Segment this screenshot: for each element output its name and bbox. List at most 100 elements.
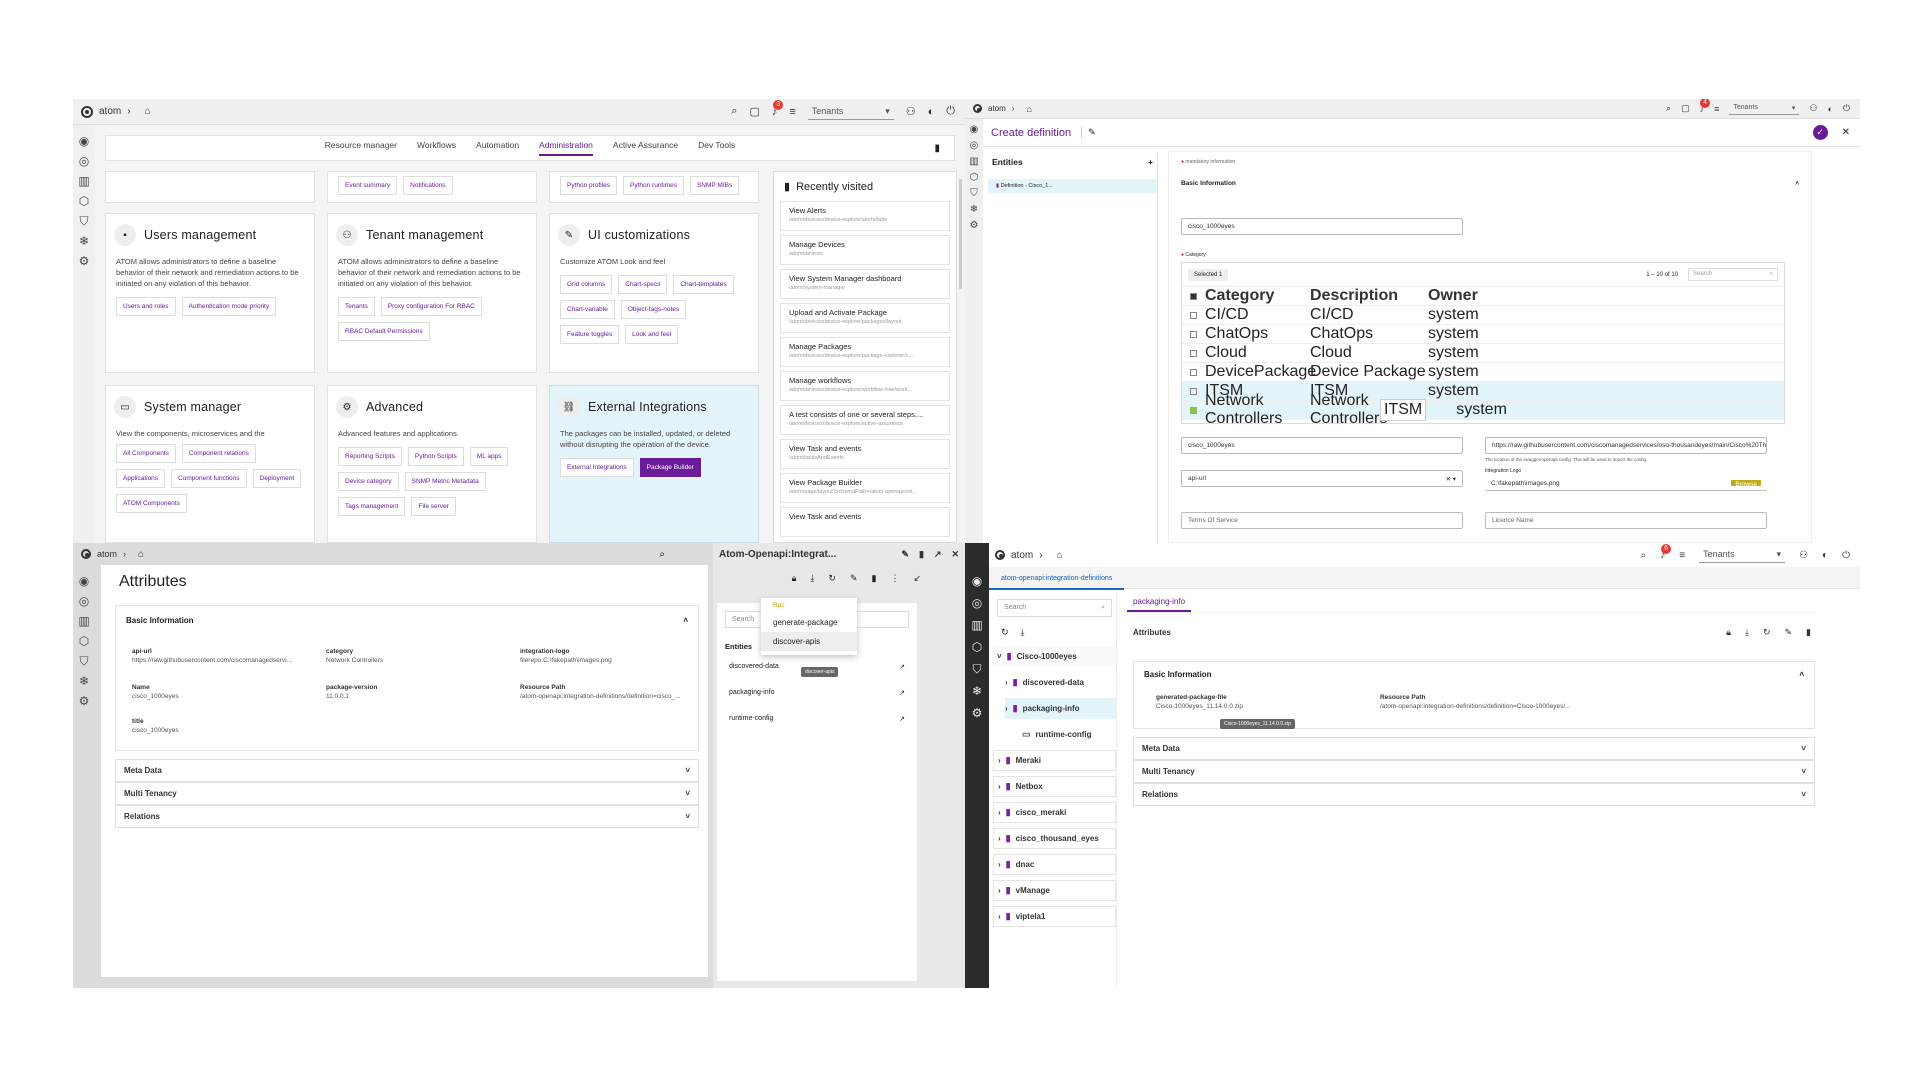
user-icon[interactable]: ⚇ bbox=[906, 105, 916, 118]
close-icon[interactable]: ✕ bbox=[1842, 127, 1850, 138]
download-icon[interactable]: ⤓ bbox=[810, 573, 814, 584]
table-row[interactable]: CI/CD CI/CD system bbox=[1182, 306, 1784, 325]
topology-icon[interactable]: ⬡ bbox=[972, 641, 982, 653]
chip-python-runtimes[interactable]: Python runtimes bbox=[623, 176, 684, 195]
entity-item[interactable]: runtime-config ↗ bbox=[717, 709, 917, 729]
edit-icon[interactable]: ✎ bbox=[1785, 627, 1793, 638]
shield-icon[interactable]: ⛉ bbox=[972, 663, 981, 675]
tree-node[interactable]: ˅ ▮ Cisco-1000eyes bbox=[993, 646, 1116, 667]
tree-node[interactable]: › ▮ viptela1 bbox=[993, 906, 1116, 927]
home-icon[interactable]: ⌂ bbox=[145, 106, 151, 117]
chat-icon[interactable]: ▢ bbox=[749, 105, 759, 118]
dark-mode-icon[interactable]: ◐ bbox=[1827, 104, 1832, 114]
tab-dev-tools[interactable]: Dev Tools bbox=[698, 140, 735, 156]
lock-icon[interactable]: 🔒︎ bbox=[792, 573, 797, 584]
edit-doc-icon[interactable]: ✎ bbox=[1081, 127, 1096, 138]
chip-ml-apps[interactable]: ML apps bbox=[469, 447, 509, 466]
gear-icon[interactable]: ⚙ bbox=[79, 695, 90, 707]
chip-snmp-mibs[interactable]: SNMP MIBs bbox=[689, 176, 740, 195]
refresh-icon[interactable]: ↻ bbox=[1001, 627, 1009, 638]
notification-bell-icon[interactable]: ♪ 4 bbox=[1700, 99, 1711, 114]
tree-node[interactable]: › ▮ cisco_meraki bbox=[993, 802, 1116, 823]
snowflake-icon[interactable]: ❄ bbox=[79, 235, 89, 247]
snowflake-icon[interactable]: ❄ bbox=[972, 685, 982, 697]
row-checkbox[interactable] bbox=[1190, 349, 1197, 357]
recent-item[interactable]: View System Manager dashboard/atom/syste… bbox=[780, 269, 950, 299]
row-checkbox[interactable] bbox=[1190, 387, 1197, 395]
confirm-button[interactable]: ✓ bbox=[1812, 125, 1828, 140]
tab-packaging-info[interactable]: packaging-info bbox=[1127, 593, 1192, 612]
row-checkbox[interactable] bbox=[1190, 368, 1197, 376]
chip-grid-columns[interactable]: Grid columns bbox=[560, 275, 613, 294]
recent-item[interactable]: Upload and Activate Package/atom/devices… bbox=[780, 303, 950, 333]
tree-node[interactable]: › ▮ dnac bbox=[993, 854, 1116, 875]
chip-reporting-scripts[interactable]: Reporting Scripts bbox=[338, 447, 402, 466]
chip-applications[interactable]: Applications bbox=[116, 469, 166, 488]
bookmark-icon[interactable]: ▮ bbox=[934, 143, 940, 154]
snowflake-icon[interactable]: ❄ bbox=[970, 205, 978, 215]
atom-logo[interactable]: atom › ⌂ bbox=[81, 105, 151, 118]
chip-chart-specs[interactable]: Chart-specs bbox=[618, 275, 668, 294]
gear-icon[interactable]: ⚙ bbox=[970, 221, 979, 231]
tree-node[interactable]: › ▮ cisco_thousand_eyes bbox=[993, 828, 1116, 849]
download-icon[interactable]: ⤓ bbox=[1021, 627, 1025, 638]
table-search[interactable]: Search ⌕ bbox=[1688, 268, 1778, 281]
recent-item[interactable]: View Package Builder/atom/page/layout?sc… bbox=[780, 473, 950, 503]
topology-icon[interactable]: ⬡ bbox=[970, 173, 979, 183]
chip-feature-toggles[interactable]: Feature toggles bbox=[560, 325, 620, 344]
chip-snmp-metric-metadata[interactable]: SNMP Metric Metadata bbox=[404, 472, 486, 491]
home-icon[interactable]: ⌂ bbox=[1026, 104, 1031, 114]
name-field[interactable]: cisco_1000eyes bbox=[1181, 218, 1463, 235]
power-icon[interactable]: ⏻ bbox=[1843, 103, 1850, 114]
chip-device-category[interactable]: Device category bbox=[338, 472, 399, 491]
api-url-field[interactable]: https://raw.githubusercontent.com/ciscom… bbox=[1485, 437, 1767, 454]
multi-tenancy-section[interactable]: Multi Tenancy ˅ bbox=[1133, 760, 1815, 783]
chart-icon[interactable]: ▥ bbox=[969, 157, 978, 167]
tab-workflows[interactable]: Workflows bbox=[417, 140, 456, 156]
chip-component-relations[interactable]: Component relations bbox=[181, 444, 256, 463]
recent-item[interactable]: Manage Devices/atom/devices bbox=[780, 235, 950, 265]
chart-icon[interactable]: ▥ bbox=[78, 175, 89, 187]
menu-generate-package[interactable]: generate-package bbox=[761, 613, 857, 632]
table-row[interactable]: Cloud Cloud system bbox=[1182, 344, 1784, 363]
row-checkbox[interactable] bbox=[1190, 330, 1197, 338]
dashboard-icon[interactable]: ◉ bbox=[972, 575, 982, 587]
chip-file-server[interactable]: File server bbox=[411, 497, 456, 516]
clear-icon[interactable]: ✕ ▾ bbox=[1445, 475, 1456, 483]
topology-icon[interactable]: ⬡ bbox=[79, 635, 89, 647]
table-row[interactable]: DevicePackage Device Package system bbox=[1182, 363, 1784, 382]
dashboard-icon[interactable]: ◉ bbox=[79, 135, 89, 147]
topology-icon[interactable]: ⬡ bbox=[79, 195, 89, 207]
chip-external-integrations[interactable]: External Integrations bbox=[560, 458, 634, 477]
tree-node[interactable]: › ▮ Netbox bbox=[993, 776, 1116, 797]
row-checkbox[interactable] bbox=[1190, 311, 1197, 319]
chip-event-summary[interactable]: Event summary bbox=[338, 176, 398, 195]
add-icon[interactable]: + bbox=[1148, 157, 1153, 167]
search-icon[interactable]: ⌕ bbox=[1641, 550, 1647, 561]
open-external-icon[interactable]: ↗ bbox=[934, 549, 942, 560]
recent-item[interactable]: View Task and events bbox=[780, 507, 950, 537]
chip-tenants[interactable]: Tenants bbox=[338, 297, 375, 316]
table-row[interactable]: Network Controllers Network Controllers IT… bbox=[1182, 392, 1784, 427]
recent-item[interactable]: Manage Packages/atom/devices/device-expl… bbox=[780, 337, 950, 367]
user-icon[interactable]: ⚇ bbox=[1799, 550, 1808, 561]
list-icon[interactable]: ≡ bbox=[1714, 104, 1719, 114]
breadcrumb-item[interactable]: atom-openapi:integration-definitions bbox=[989, 569, 1125, 590]
chip-atom-components[interactable]: ATOM Components bbox=[116, 494, 187, 513]
tab-administration[interactable]: Administration bbox=[539, 140, 593, 156]
refresh-icon[interactable]: ↻ bbox=[1763, 627, 1771, 638]
recent-item[interactable]: View Task and events/atom/tasksAndEvents bbox=[780, 439, 950, 469]
tree-node[interactable]: › ▮ vManage bbox=[993, 880, 1116, 901]
chevron-up-icon[interactable]: ˄ bbox=[1795, 180, 1799, 187]
license-field[interactable]: Licence Name bbox=[1485, 512, 1767, 529]
download-icon[interactable]: ⤓ bbox=[1745, 627, 1749, 638]
chip-python-profiles[interactable]: Python profiles bbox=[560, 176, 617, 195]
search-icon[interactable]: ⌕ bbox=[731, 105, 737, 118]
shield-icon[interactable]: ⛉ bbox=[79, 655, 88, 667]
search-icon[interactable]: ⌕ bbox=[659, 549, 665, 560]
recent-item[interactable]: Manage workflows/atom/devices/device-exp… bbox=[780, 371, 950, 401]
chart-icon[interactable]: ▥ bbox=[78, 615, 89, 627]
chip-notifications[interactable]: Notifications bbox=[403, 176, 453, 195]
chevron-up-icon[interactable]: ˄ bbox=[1799, 670, 1804, 679]
relations-section[interactable]: Relations ˅ bbox=[1133, 783, 1815, 806]
